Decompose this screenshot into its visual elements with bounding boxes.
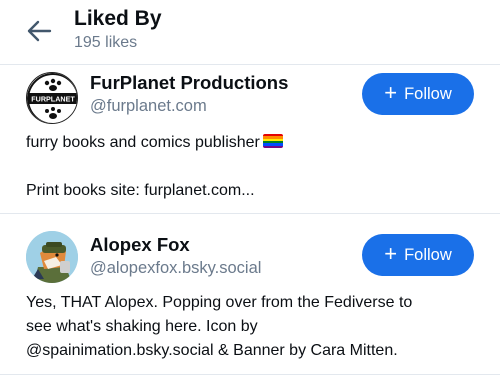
avatar[interactable]: FURPLANET xyxy=(26,72,78,124)
user-bio: furry books and comics publisher Print b… xyxy=(26,131,486,203)
rainbow-flag-icon xyxy=(262,134,283,148)
bio-line: @spainimation.bsky.social & Banner by Ca… xyxy=(26,342,398,359)
bio-line: see what's shaking here. Icon by xyxy=(26,318,258,335)
divider xyxy=(0,374,500,375)
follow-label: Follow xyxy=(404,245,452,264)
fox-avatar-image xyxy=(26,231,78,283)
follow-label: Follow xyxy=(404,84,452,103)
user-handle[interactable]: @furplanet.com xyxy=(90,97,207,116)
page-title: Liked By xyxy=(74,7,162,30)
bio-line: Yes, THAT Alopex. Popping over from the … xyxy=(26,294,413,311)
bio-line: Print books site: furplanet.com... xyxy=(26,182,255,199)
user-name[interactable]: Alopex Fox xyxy=(90,234,190,256)
likes-count: 195 likes xyxy=(74,34,138,51)
follow-button[interactable]: + Follow xyxy=(362,234,474,276)
user-row[interactable]: FURPLANET FurPlanet Productions @furplan… xyxy=(0,65,500,213)
back-button[interactable] xyxy=(22,14,56,48)
furplanet-logo: FURPLANET xyxy=(27,73,77,123)
user-name[interactable]: FurPlanet Productions xyxy=(90,72,288,94)
user-row[interactable]: Alopex Fox @alopexfox.bsky.social + Foll… xyxy=(0,214,500,374)
plus-icon: + xyxy=(384,80,398,105)
follow-button[interactable]: + Follow xyxy=(362,73,474,115)
bio-line: furry books and comics publisher xyxy=(26,134,260,151)
arrow-left-icon xyxy=(27,20,52,42)
user-bio: Yes, THAT Alopex. Popping over from the … xyxy=(26,291,486,363)
header: Liked By 195 likes xyxy=(0,0,500,64)
svg-text:FURPLANET: FURPLANET xyxy=(31,95,75,104)
plus-icon: + xyxy=(384,241,398,266)
avatar[interactable] xyxy=(26,231,78,283)
user-handle[interactable]: @alopexfox.bsky.social xyxy=(90,259,261,278)
